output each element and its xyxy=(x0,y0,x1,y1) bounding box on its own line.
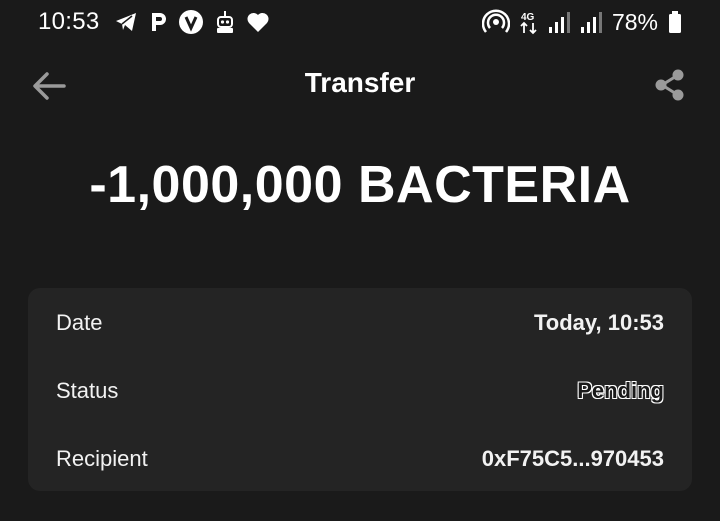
status-bar-right: 4G 78% xyxy=(481,8,682,36)
transfer-amount: -1,000,000 BACTERIA xyxy=(89,156,631,214)
network-type-label: 4G xyxy=(521,12,535,23)
detail-value: Today, 10:53 xyxy=(533,310,664,335)
clock: 10:53 xyxy=(38,8,100,35)
verified-v-icon xyxy=(178,9,204,35)
detail-row-date: Date Today, 10:53 xyxy=(56,303,664,343)
hotspot-icon xyxy=(481,9,510,35)
status-badge: Pending xyxy=(577,378,664,403)
share-icon xyxy=(655,69,684,101)
detail-label: Recipient xyxy=(56,446,148,471)
status-bar: 10:53 4G 78% xyxy=(0,0,720,44)
battery-icon xyxy=(668,10,682,34)
detail-label: Status xyxy=(56,378,119,403)
detail-row-recipient: Recipient 0xF75C5...970453 xyxy=(56,439,664,479)
p-app-icon xyxy=(148,11,168,33)
signal-icon xyxy=(548,10,570,34)
app-bar: Transfer xyxy=(0,55,720,115)
4g-data-icon: 4G xyxy=(520,9,538,35)
details-card: Date Today, 10:53 Status Pending Recipie… xyxy=(28,288,692,491)
heart-icon xyxy=(246,11,270,33)
detail-label: Date xyxy=(56,310,103,335)
robot-icon xyxy=(214,10,236,34)
recipient-address[interactable]: 0xF75C5...970453 xyxy=(482,446,664,472)
battery-percentage: 78% xyxy=(611,8,658,35)
status-bar-left: 10:53 xyxy=(38,8,270,36)
signal-icon xyxy=(580,10,602,34)
detail-row-status: Status Pending xyxy=(56,371,664,411)
page-title: Transfer xyxy=(304,67,416,98)
share-button[interactable] xyxy=(652,67,688,103)
telegram-icon xyxy=(114,11,138,33)
